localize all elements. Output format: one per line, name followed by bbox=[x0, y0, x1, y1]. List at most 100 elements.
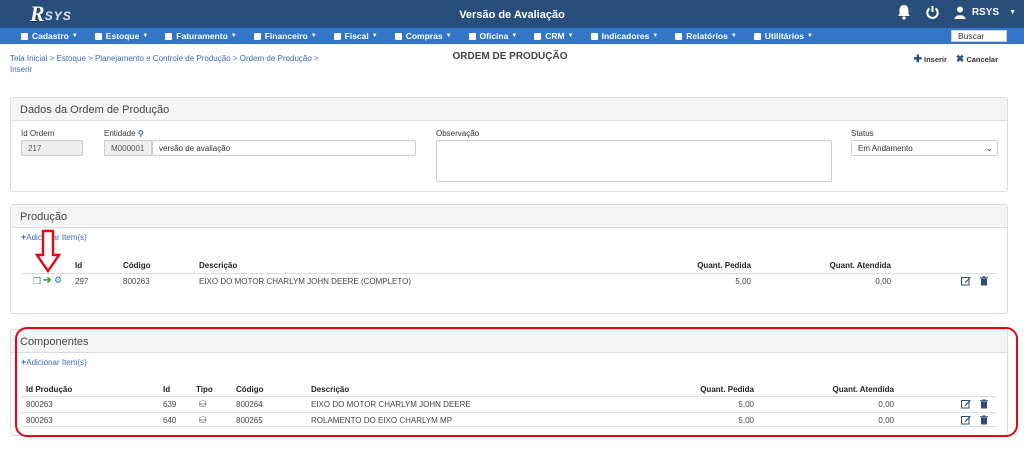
entidade-name-field[interactable]: versão de avaliação bbox=[152, 140, 416, 156]
table-row: ❒ ➔ ⚙ 297 800263 EIXO DO MOTOR CHARLYM J… bbox=[21, 273, 996, 288]
col-descricao: Descrição bbox=[311, 385, 350, 394]
basket-icon: ⛁ bbox=[199, 415, 207, 425]
insert-button[interactable]: ✚ Inserir bbox=[914, 54, 947, 65]
cell-quant-atendida: 0,00 bbox=[878, 400, 894, 409]
user-icon bbox=[954, 6, 966, 19]
menu-fiscal[interactable]: Fiscal ▼ bbox=[333, 31, 378, 41]
menu-estoque[interactable]: Estoque ▼ bbox=[94, 31, 148, 41]
trash-icon[interactable] bbox=[979, 276, 989, 286]
menu-compras[interactable]: Compras ▼ bbox=[394, 31, 452, 41]
menu-label: Faturamento bbox=[176, 31, 228, 41]
cell-descricao: EIXO DO MOTOR CHARLYM JOHN DEERE bbox=[311, 400, 471, 409]
cell-quant-pedida: 5,00 bbox=[735, 277, 751, 286]
top-bar: R SYS Versão de Avaliação RSYS ▼ bbox=[0, 0, 1024, 28]
col-descricao: Descrição bbox=[199, 261, 238, 270]
bell-icon[interactable] bbox=[897, 4, 911, 20]
observacao-textarea[interactable] bbox=[436, 140, 832, 182]
producao-add-items-link[interactable]: +Adicionar Item(s) bbox=[21, 232, 87, 242]
caret-down-icon: ▼ bbox=[511, 33, 518, 39]
status-select[interactable]: Em Andamento ⌄ bbox=[851, 140, 998, 156]
cell-id: 640 bbox=[163, 416, 177, 425]
col-quant-atendida: Quant. Atendida bbox=[829, 261, 891, 270]
app-title: Versão de Avaliação bbox=[459, 9, 565, 21]
cell-quant-atendida: 0,00 bbox=[878, 416, 894, 425]
edit-icon[interactable] bbox=[961, 399, 971, 409]
menu-financeiro[interactable]: Financeiro ▼ bbox=[253, 31, 317, 41]
cancel-label: Cancelar bbox=[966, 55, 998, 64]
id-ordem-label: Id Ordem bbox=[21, 129, 55, 138]
plus-icon: ✚ bbox=[913, 54, 922, 65]
status-label: Status bbox=[851, 129, 874, 138]
menu-label: CRM bbox=[545, 31, 565, 41]
edit-icon[interactable] bbox=[961, 415, 971, 425]
search-input[interactable]: Buscar bbox=[951, 30, 1007, 42]
search-icon[interactable]: ⚲ bbox=[138, 129, 144, 138]
page-actions: ✚ Inserir ✖ Cancelar bbox=[914, 54, 998, 65]
col-quant-pedida: Quant. Pedida bbox=[700, 385, 754, 394]
arrow-right-icon[interactable]: ➔ bbox=[43, 275, 51, 286]
power-icon[interactable] bbox=[925, 5, 940, 20]
cubes-icon[interactable]: ⚙ bbox=[54, 275, 62, 286]
menu-indicadores[interactable]: Indicadores ▼ bbox=[590, 31, 659, 41]
componentes-panel: Componentes +Adicionar Item(s) Id Produç… bbox=[10, 329, 1008, 436]
menu-crm[interactable]: CRM ▼ bbox=[534, 31, 574, 41]
cell-descricao: ROLAMENTO DO EIXO CHARLYM MP bbox=[311, 416, 453, 425]
componentes-add-items-link[interactable]: +Adicionar Item(s) bbox=[21, 357, 87, 367]
app-logo[interactable]: R SYS bbox=[30, 1, 72, 26]
user-menu[interactable]: RSYS ▼ bbox=[954, 6, 1016, 19]
cell-quant-pedida: 5,00 bbox=[738, 400, 754, 409]
cell-id: 297 bbox=[75, 277, 89, 286]
box-icon[interactable]: ❒ bbox=[33, 276, 41, 287]
observacao-label: Observação bbox=[436, 129, 480, 138]
dados-panel-title: Dados da Ordem de Produção bbox=[11, 98, 1007, 121]
cell-codigo: 800264 bbox=[236, 400, 263, 409]
menu-cadastro[interactable]: Cadastro ▼ bbox=[21, 31, 78, 41]
cancel-button[interactable]: ✖ Cancelar bbox=[956, 54, 998, 65]
status-value: Em Andamento bbox=[858, 144, 913, 153]
cell-quant-pedida: 5,00 bbox=[738, 416, 754, 425]
col-id: Id bbox=[163, 385, 171, 394]
chevron-down-icon: ▼ bbox=[1009, 8, 1016, 16]
basket-icon: ⛁ bbox=[199, 399, 207, 409]
caret-down-icon: ▼ bbox=[567, 33, 574, 39]
componentes-panel-title: Componentes bbox=[11, 330, 1007, 353]
dados-panel: Dados da Ordem de Produção Id Ordem 217 … bbox=[10, 97, 1008, 192]
cadastro-icon bbox=[21, 32, 28, 40]
trash-icon[interactable] bbox=[979, 415, 989, 425]
col-tipo: Tipo bbox=[196, 385, 213, 394]
col-codigo: Código bbox=[123, 261, 151, 270]
menu-utilitarios[interactable]: Utilitários ▼ bbox=[753, 31, 813, 41]
menu-relatorios[interactable]: Relatórios ▼ bbox=[675, 31, 737, 41]
chevron-down-icon: ⌄ bbox=[985, 143, 993, 153]
menu-label: Oficina bbox=[479, 31, 509, 41]
entidade-code-field: M000001 bbox=[104, 140, 152, 156]
fiscal-icon bbox=[333, 32, 341, 40]
chart-icon bbox=[590, 32, 598, 40]
entidade-label: Entidade ⚲ bbox=[104, 129, 144, 138]
cell-id-producao: 800263 bbox=[26, 400, 53, 409]
cell-codigo: 800265 bbox=[236, 416, 263, 425]
edit-icon[interactable] bbox=[961, 276, 971, 286]
cell-descricao: EIXO DO MOTOR CHARLYM JOHN DEERE (COMPLE… bbox=[199, 277, 412, 286]
menu-oficina[interactable]: Oficina ▼ bbox=[468, 31, 518, 41]
menu-label: Fiscal bbox=[344, 31, 369, 41]
insert-label: Inserir bbox=[923, 55, 947, 64]
caret-down-icon: ▼ bbox=[71, 33, 78, 39]
caret-down-icon: ▼ bbox=[445, 33, 452, 39]
cell-quant-atendida: 0,00 bbox=[875, 277, 891, 286]
menu-label: Financeiro bbox=[264, 31, 308, 41]
menu-label: Relatórios bbox=[686, 31, 728, 41]
id-ordem-field: 217 bbox=[21, 140, 83, 156]
table-row: 800263 640 ⛁ 800265 ROLAMENTO DO EIXO CH… bbox=[21, 412, 996, 427]
menu-faturamento[interactable]: Faturamento ▼ bbox=[165, 31, 237, 41]
breadcrumb-inserir[interactable]: Inserir bbox=[10, 65, 32, 74]
wrench-icon bbox=[468, 32, 476, 40]
caret-down-icon: ▼ bbox=[652, 33, 659, 39]
print-icon bbox=[675, 32, 683, 40]
cell-id: 639 bbox=[163, 400, 177, 409]
cell-id-producao: 800263 bbox=[26, 416, 53, 425]
crm-icon bbox=[534, 32, 542, 40]
trash-icon[interactable] bbox=[979, 399, 989, 409]
user-name: RSYS bbox=[971, 6, 1000, 18]
close-icon: ✖ bbox=[955, 54, 965, 65]
